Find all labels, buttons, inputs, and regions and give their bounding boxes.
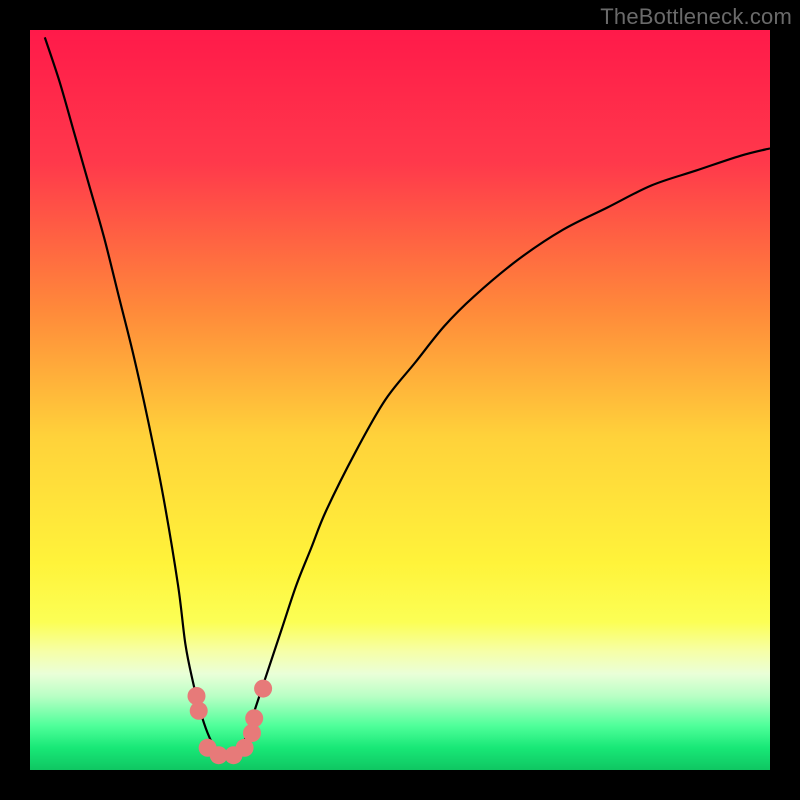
chart-frame: TheBottleneck.com [0, 0, 800, 800]
marker-dot [190, 702, 208, 720]
gradient-background [30, 30, 770, 770]
marker-dot [245, 709, 263, 727]
bottleneck-curve-chart [30, 30, 770, 770]
marker-dot [254, 680, 272, 698]
watermark-text: TheBottleneck.com [600, 4, 792, 30]
plot-area [30, 30, 770, 770]
